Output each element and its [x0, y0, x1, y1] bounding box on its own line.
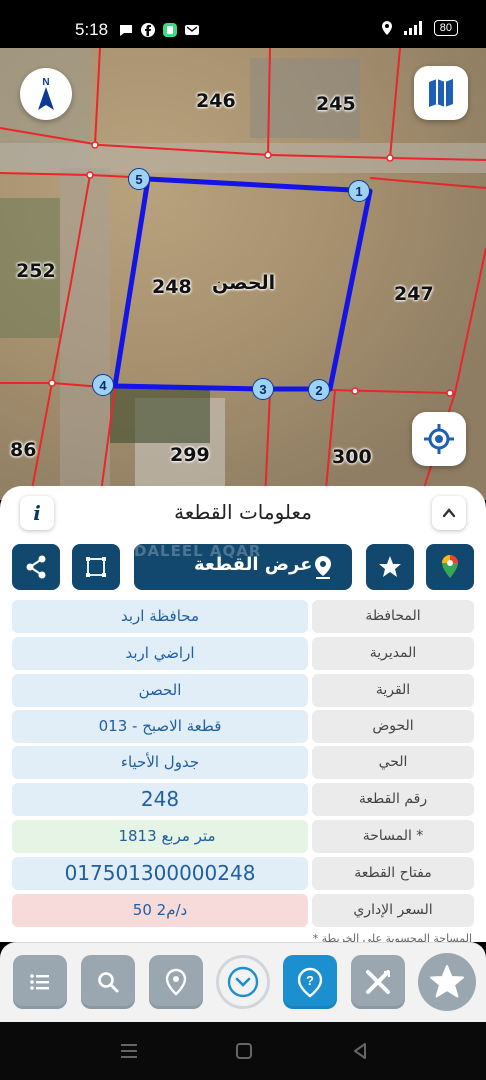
share-icon: [26, 555, 46, 579]
basin-label: الحوض: [312, 710, 474, 743]
row-directorate: اراضي اربد المديرية: [12, 637, 474, 670]
battery-indicator: 80: [433, 20, 458, 36]
parcel-label-300: 300: [332, 446, 372, 468]
area-footnote: * المساحة المحسوبة على الخريطة: [312, 932, 472, 942]
signal-icon: [403, 21, 422, 35]
area-value: 1813: [118, 827, 157, 845]
governorate-label: المحافظة: [312, 600, 474, 633]
area-unit: متر مربع: [161, 827, 216, 845]
vertex-3[interactable]: 3: [252, 378, 274, 400]
nearby-button[interactable]: [149, 955, 203, 1009]
status-time: 5:18: [75, 20, 109, 39]
whatsapp-business-icon: [163, 23, 177, 37]
parcel-label-246: 246: [196, 90, 236, 112]
admin-price-label: السعر الإداري: [312, 894, 474, 927]
status-bar: 5:18 80: [0, 0, 486, 48]
chevron-up-icon: [442, 508, 456, 518]
row-neighborhood: جدول الأحياء الحي: [12, 746, 474, 779]
favorites-button[interactable]: [418, 953, 476, 1011]
notification-icons: [118, 22, 200, 38]
map-layers-button[interactable]: [414, 66, 468, 120]
location-search-icon: [165, 968, 187, 996]
parcel-number-label: رقم القطعة: [312, 783, 474, 816]
facebook-icon: [141, 23, 155, 37]
favorite-button[interactable]: [366, 544, 414, 590]
row-area: متر مربع 1813 المساحة *: [12, 820, 474, 853]
parcel-label-245: 245: [316, 93, 356, 115]
gps-target-icon: [424, 424, 454, 454]
parcel-label-247: 247: [394, 283, 434, 305]
sms-icon: [185, 25, 199, 35]
location-pin-icon: [315, 556, 331, 579]
star-icon: [379, 556, 401, 577]
expand-toggle-button[interactable]: [216, 955, 270, 1009]
chat-icon: [120, 25, 132, 36]
collapse-button[interactable]: [432, 496, 466, 530]
neighborhood-value: جدول الأحياء: [12, 746, 308, 779]
row-governorate: محافظة اربد المحافظة: [12, 600, 474, 633]
vertex-1[interactable]: 1: [348, 180, 370, 202]
village-label-cell: القرية: [312, 674, 474, 707]
polygon-icon: [86, 557, 106, 577]
chevron-down-icon: [227, 966, 259, 998]
parcel-key-value: 017501300000248: [12, 857, 308, 890]
search-icon: [98, 972, 119, 993]
row-parcel-key: 017501300000248 مفتاح القطعة: [12, 857, 474, 890]
directorate-value: اراضي اربد: [12, 637, 308, 670]
row-parcel-number: 248 رقم القطعة: [12, 783, 474, 816]
neighborhood-label: الحي: [312, 746, 474, 779]
location-status-icon: [381, 21, 392, 35]
system-nav-bar: [0, 1022, 486, 1080]
basin-value: قطعة الاصبح - 013: [12, 710, 308, 743]
parcel-label-86: 86: [10, 439, 37, 461]
governorate-value: محافظة اربد: [12, 600, 308, 633]
view-parcel-button[interactable]: DALEEL AQAR عرض القطعة: [134, 542, 352, 590]
google-maps-icon: [442, 555, 458, 578]
svg-text:N: N: [42, 77, 49, 88]
tools-button[interactable]: [351, 955, 405, 1009]
parcel-info-sheet: i معلومات القطعة DALEEL AQAR عرض القطعة: [0, 486, 486, 942]
compass-north-icon: N: [38, 77, 54, 110]
vertex-2[interactable]: 2: [308, 379, 330, 401]
google-maps-button[interactable]: [426, 544, 474, 590]
village-label: الحصن: [212, 272, 276, 294]
row-admin-price: 50 د/م2 السعر الإداري: [12, 894, 474, 927]
svg-text:?: ?: [306, 973, 314, 988]
area-label: المساحة *: [312, 820, 474, 853]
sheet-title: معلومات القطعة: [174, 500, 312, 524]
star-icon: [430, 965, 464, 998]
list-icon: [30, 974, 49, 990]
row-basin: قطعة الاصبح - 013 الحوض: [12, 710, 474, 743]
my-location-button[interactable]: [412, 412, 466, 466]
compass-button[interactable]: N: [20, 68, 72, 120]
map-icon: [429, 79, 453, 107]
parcel-key-label: مفتاح القطعة: [312, 857, 474, 890]
help-button[interactable]: ?: [283, 955, 337, 1009]
back-icon[interactable]: [350, 1041, 370, 1061]
vertex-5[interactable]: 5: [128, 168, 150, 190]
recents-icon[interactable]: [118, 1042, 140, 1060]
home-icon[interactable]: [234, 1041, 254, 1061]
menu-button[interactable]: [13, 955, 67, 1009]
bottom-toolbar: ?: [0, 942, 486, 1022]
parcel-label-299: 299: [170, 444, 210, 466]
parcel-label-252: 252: [16, 260, 56, 282]
vertex-4[interactable]: 4: [92, 374, 114, 396]
share-button[interactable]: [12, 544, 60, 590]
parcel-number-value: 248: [12, 783, 308, 816]
admin-price-value: 50 د/م2: [12, 894, 308, 927]
boundary-button[interactable]: [72, 544, 120, 590]
search-button[interactable]: [81, 955, 135, 1009]
help-pin-icon: ?: [297, 967, 323, 998]
parcel-label-248: 248: [152, 276, 192, 298]
area-value-cell: متر مربع 1813: [12, 820, 308, 853]
parcel-map[interactable]: 246 245 252 248 الحصن 247 86 299 300 1 2…: [0, 48, 486, 500]
tools-icon: [366, 970, 390, 994]
village-value: الحصن: [12, 674, 308, 707]
directorate-label: المديرية: [312, 637, 474, 670]
row-village: الحصن القرية: [12, 674, 474, 707]
view-parcel-label: عرض القطعة: [194, 554, 313, 575]
